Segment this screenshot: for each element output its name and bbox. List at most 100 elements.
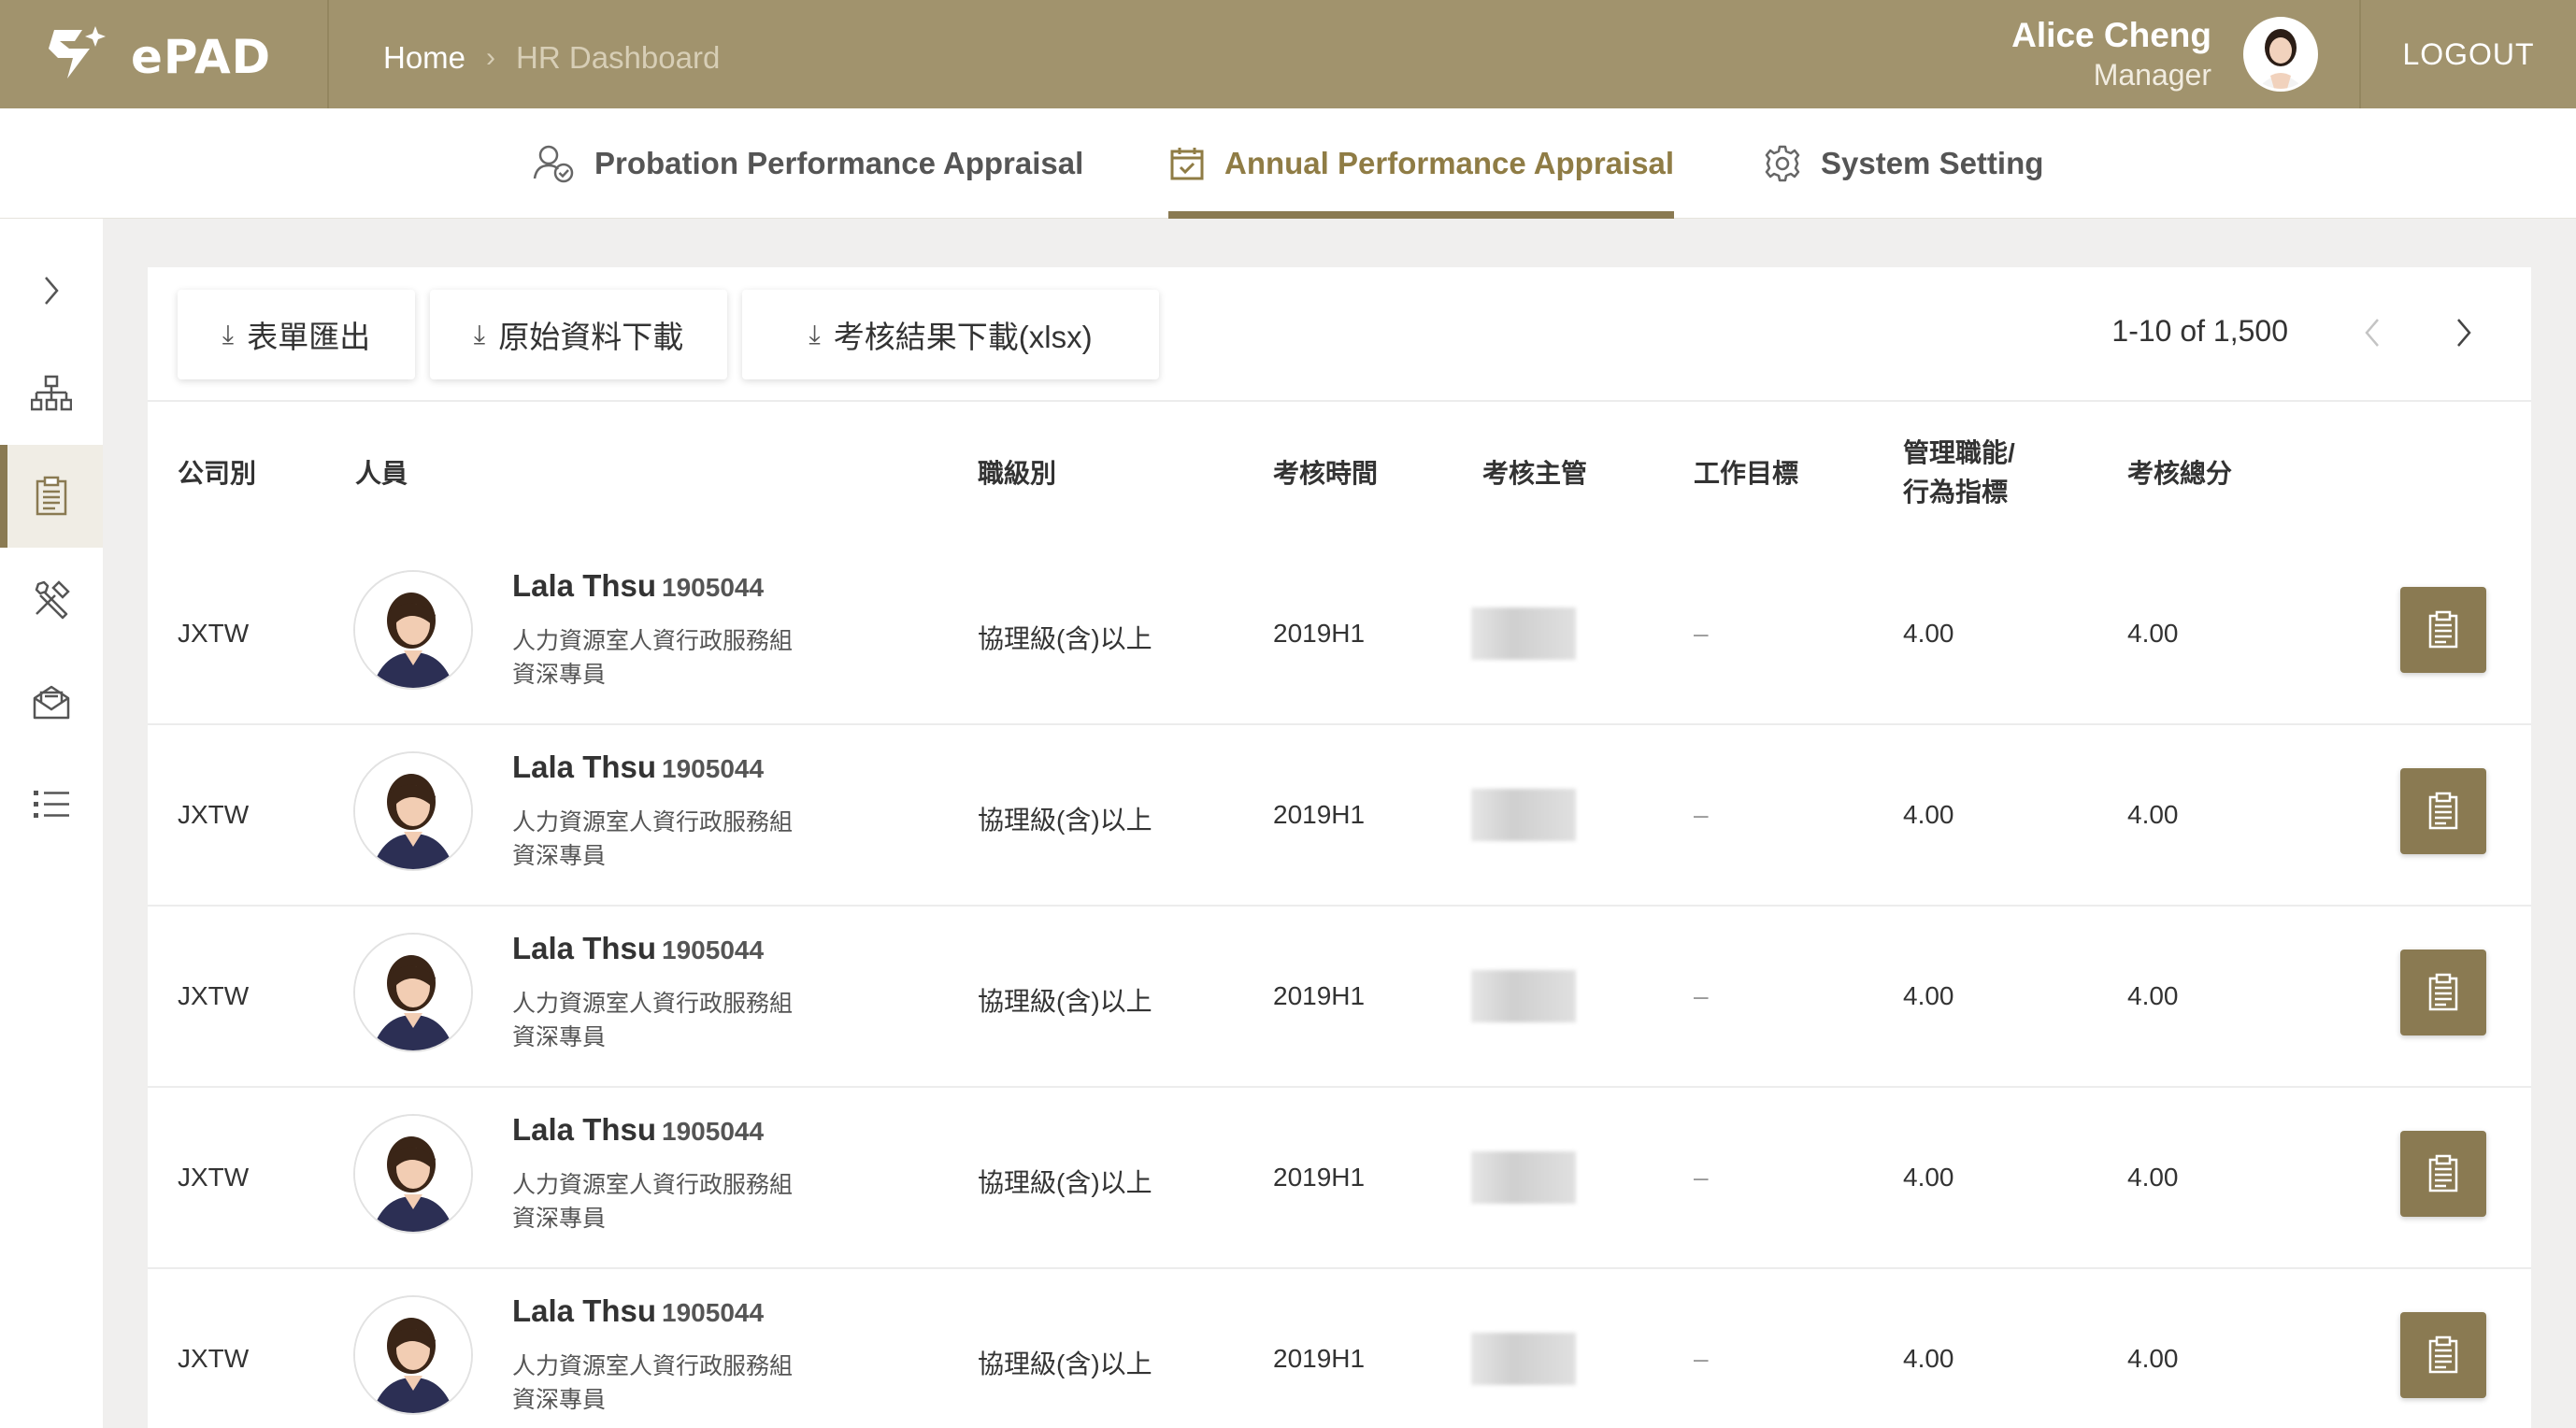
employee-name: Lala Thsu 1905044 — [512, 568, 764, 604]
employee-photo — [355, 753, 471, 869]
mgmt-score-cell: 4.00 — [1903, 1163, 1954, 1192]
employee-department: 人力資源室人資行政服務組 — [512, 628, 794, 654]
view-appraisal-button[interactable] — [2400, 1312, 2486, 1398]
employee-name-text: Lala Thsu — [512, 1293, 657, 1328]
tools-icon — [35, 580, 70, 620]
view-appraisal-button[interactable] — [2400, 768, 2486, 854]
employee-avatar — [353, 933, 473, 1052]
pagination-text: 1-10 of 1,500 — [2111, 314, 2288, 348]
employee-name: Lala Thsu 1905044 — [512, 931, 764, 966]
sidebar — [0, 219, 103, 1428]
clipboard-icon — [36, 476, 67, 516]
tab-system-setting[interactable]: System Setting — [1763, 108, 2043, 219]
breadcrumb-home[interactable]: Home — [383, 40, 465, 76]
user-avatar[interactable] — [2243, 17, 2318, 92]
sidebar-item-organization[interactable] — [0, 342, 103, 445]
table-row[interactable]: JXTW Lala Thsu 1905044 人力資源室人資行政服務組 資深專員 協理級(… — [148, 725, 2531, 907]
header-company: 公司別 — [178, 459, 257, 488]
employee-title: 資深專員 — [512, 843, 607, 869]
logo-text: ePAD — [131, 30, 272, 84]
supervisor-redacted — [1471, 1151, 1576, 1204]
logo-icon — [49, 26, 106, 79]
download-icon: ⤓ — [222, 319, 235, 349]
sidebar-item-mail[interactable] — [0, 650, 103, 753]
grade-cell: 協理級(含)以上 — [978, 1168, 1152, 1197]
logo[interactable]: ePAD — [0, 0, 329, 108]
clipboard-icon — [2428, 1335, 2458, 1374]
total-score-cell: 4.00 — [2127, 981, 2179, 1010]
view-appraisal-button[interactable] — [2400, 1131, 2486, 1217]
employee-title: 資深專員 — [512, 1387, 607, 1413]
goals-cell: – — [1694, 800, 1709, 829]
export-form-button[interactable]: ⤓ 表單匯出 — [178, 290, 415, 379]
toolbar: ⤓ 表單匯出 ⤓ 原始資料下載 ⤓ 考核結果下載(xlsx) 1-10 of 1… — [148, 267, 2531, 402]
breadcrumb-separator-icon: › — [486, 42, 496, 73]
button-label: 表單匯出 — [247, 320, 371, 354]
goals-cell: – — [1694, 1344, 1709, 1373]
employee-id: 1905044 — [662, 1117, 765, 1146]
mgmt-score-cell: 4.00 — [1903, 619, 1954, 648]
download-raw-data-button[interactable]: ⤓ 原始資料下載 — [430, 290, 727, 379]
grade-cell: 協理級(含)以上 — [978, 1349, 1152, 1378]
employee-photo — [355, 1297, 471, 1413]
employee-name-text: Lala Thsu — [512, 931, 657, 965]
gear-icon — [1765, 145, 1800, 182]
tab-probation-appraisal[interactable]: Probation Performance Appraisal — [533, 108, 1083, 219]
user-name: Alice Cheng — [2011, 16, 2211, 54]
sidebar-item-list[interactable] — [0, 753, 103, 856]
download-icon: ⤓ — [473, 319, 486, 349]
employee-avatar — [353, 570, 473, 690]
header-grade: 職級別 — [978, 459, 1057, 488]
employee-title: 資深專員 — [512, 1024, 607, 1050]
employee-photo — [355, 1116, 471, 1232]
total-score-cell: 4.00 — [2127, 619, 2179, 648]
tab-annual-appraisal[interactable]: Annual Performance Appraisal — [1168, 108, 1675, 219]
supervisor-redacted — [1471, 789, 1576, 841]
sidebar-expand-button[interactable] — [0, 239, 103, 342]
view-appraisal-button[interactable] — [2400, 587, 2486, 673]
period-cell: 2019H1 — [1273, 981, 1366, 1010]
goals-cell: – — [1694, 1163, 1709, 1192]
top-bar: ePAD Home › HR Dashboard Alice Cheng Man… — [0, 0, 2576, 108]
table-row[interactable]: JXTW Lala Thsu 1905044 人力資源室人資行政服務組 資深專員 協理級(… — [148, 907, 2531, 1088]
total-score-cell: 4.00 — [2127, 800, 2179, 829]
employee-photo — [355, 572, 471, 688]
button-label: 考核結果下載(xlsx) — [833, 320, 1093, 354]
employee-title: 資深專員 — [512, 1206, 607, 1232]
employee-id: 1905044 — [662, 1298, 765, 1327]
logout-button[interactable]: LOGOUT — [2402, 37, 2534, 72]
chevron-right-icon — [45, 277, 59, 305]
table-row[interactable]: JXTW Lala Thsu 1905044 人力資源室人資行政服務組 資深專員 協理級(… — [148, 544, 2531, 725]
user-info[interactable]: Alice Cheng Manager — [2011, 0, 2318, 108]
employee-name: Lala Thsu 1905044 — [512, 750, 764, 785]
table-row[interactable]: JXTW Lala Thsu 1905044 人力資源室人資行政服務組 資深專員 協理級(… — [148, 1269, 2531, 1428]
company-cell: JXTW — [178, 1344, 250, 1373]
chevron-right-icon — [2457, 319, 2471, 347]
clipboard-icon — [2428, 1154, 2458, 1192]
employee-department: 人力資源室人資行政服務組 — [512, 991, 794, 1017]
supervisor-redacted — [1471, 970, 1576, 1022]
clipboard-icon — [2428, 973, 2458, 1011]
previous-page-button[interactable] — [2344, 305, 2400, 361]
view-appraisal-button[interactable] — [2400, 950, 2486, 1035]
employee-photo — [355, 935, 471, 1050]
download-results-xlsx-button[interactable]: ⤓ 考核結果下載(xlsx) — [742, 290, 1159, 379]
period-cell: 2019H1 — [1273, 1163, 1366, 1192]
button-label: 原始資料下載 — [498, 320, 684, 354]
chevron-left-icon — [2365, 319, 2379, 347]
mgmt-score-cell: 4.00 — [1903, 1344, 1954, 1373]
mgmt-score-cell: 4.00 — [1903, 800, 1954, 829]
company-cell: JXTW — [178, 1163, 250, 1192]
clipboard-icon — [2428, 792, 2458, 830]
company-cell: JXTW — [178, 981, 250, 1010]
next-page-button[interactable] — [2436, 305, 2492, 361]
table-row[interactable]: JXTW Lala Thsu 1905044 人力資源室人資行政服務組 資深專員 協理級(… — [148, 1088, 2531, 1269]
sidebar-item-appraisal[interactable] — [0, 445, 103, 548]
sidebar-item-tools[interactable] — [0, 548, 103, 650]
tab-label: Probation Performance Appraisal — [594, 146, 1084, 180]
user-check-icon — [533, 145, 574, 183]
tab-label: Annual Performance Appraisal — [1224, 146, 1675, 180]
breadcrumb: Home › HR Dashboard — [383, 40, 720, 76]
employee-avatar — [353, 1114, 473, 1234]
period-cell: 2019H1 — [1273, 619, 1366, 648]
